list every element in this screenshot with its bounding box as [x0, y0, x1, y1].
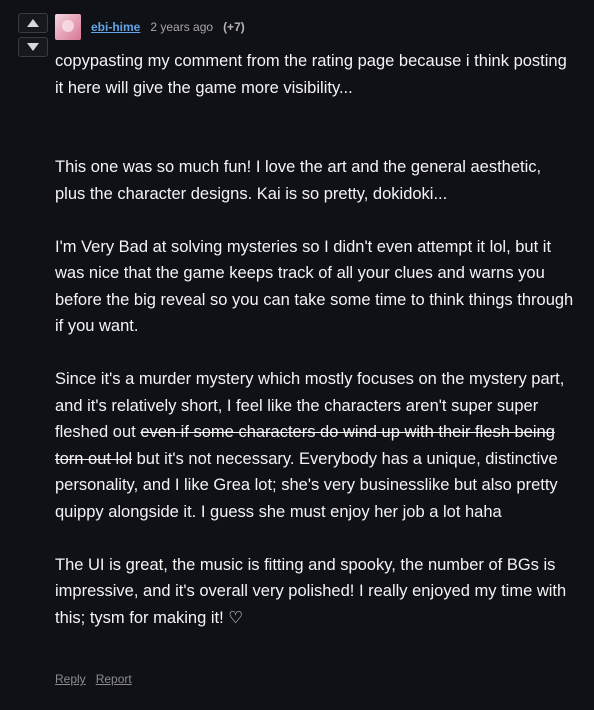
- paragraph-5: The UI is great, the music is fitting an…: [55, 555, 567, 627]
- chevron-up-icon: [27, 19, 39, 27]
- timestamp: 2 years ago: [150, 20, 214, 34]
- score-badge: (+7): [223, 20, 245, 34]
- avatar[interactable]: [55, 14, 81, 40]
- comment-body: copypasting my comment from the rating p…: [55, 48, 575, 658]
- chevron-down-icon: [27, 43, 39, 51]
- comment-header: ebi-hime 2 years ago (+7): [55, 13, 245, 41]
- vote-controls: [18, 13, 48, 57]
- comment: ebi-hime 2 years ago (+7) copypasting my…: [0, 0, 594, 710]
- comment-actions: Reply Report: [55, 672, 132, 686]
- upvote-button[interactable]: [18, 13, 48, 33]
- paragraph-2: This one was so much fun! I love the art…: [55, 158, 542, 203]
- paragraph-3: I'm Very Bad at solving mysteries so I d…: [55, 237, 574, 336]
- reply-link[interactable]: Reply: [55, 672, 86, 686]
- paragraph-4: Since it's a murder mystery which mostly…: [55, 366, 575, 525]
- author-link[interactable]: ebi-hime: [91, 20, 140, 34]
- downvote-button[interactable]: [18, 37, 48, 57]
- report-link[interactable]: Report: [96, 672, 132, 686]
- paragraph-1: copypasting my comment from the rating p…: [55, 52, 567, 97]
